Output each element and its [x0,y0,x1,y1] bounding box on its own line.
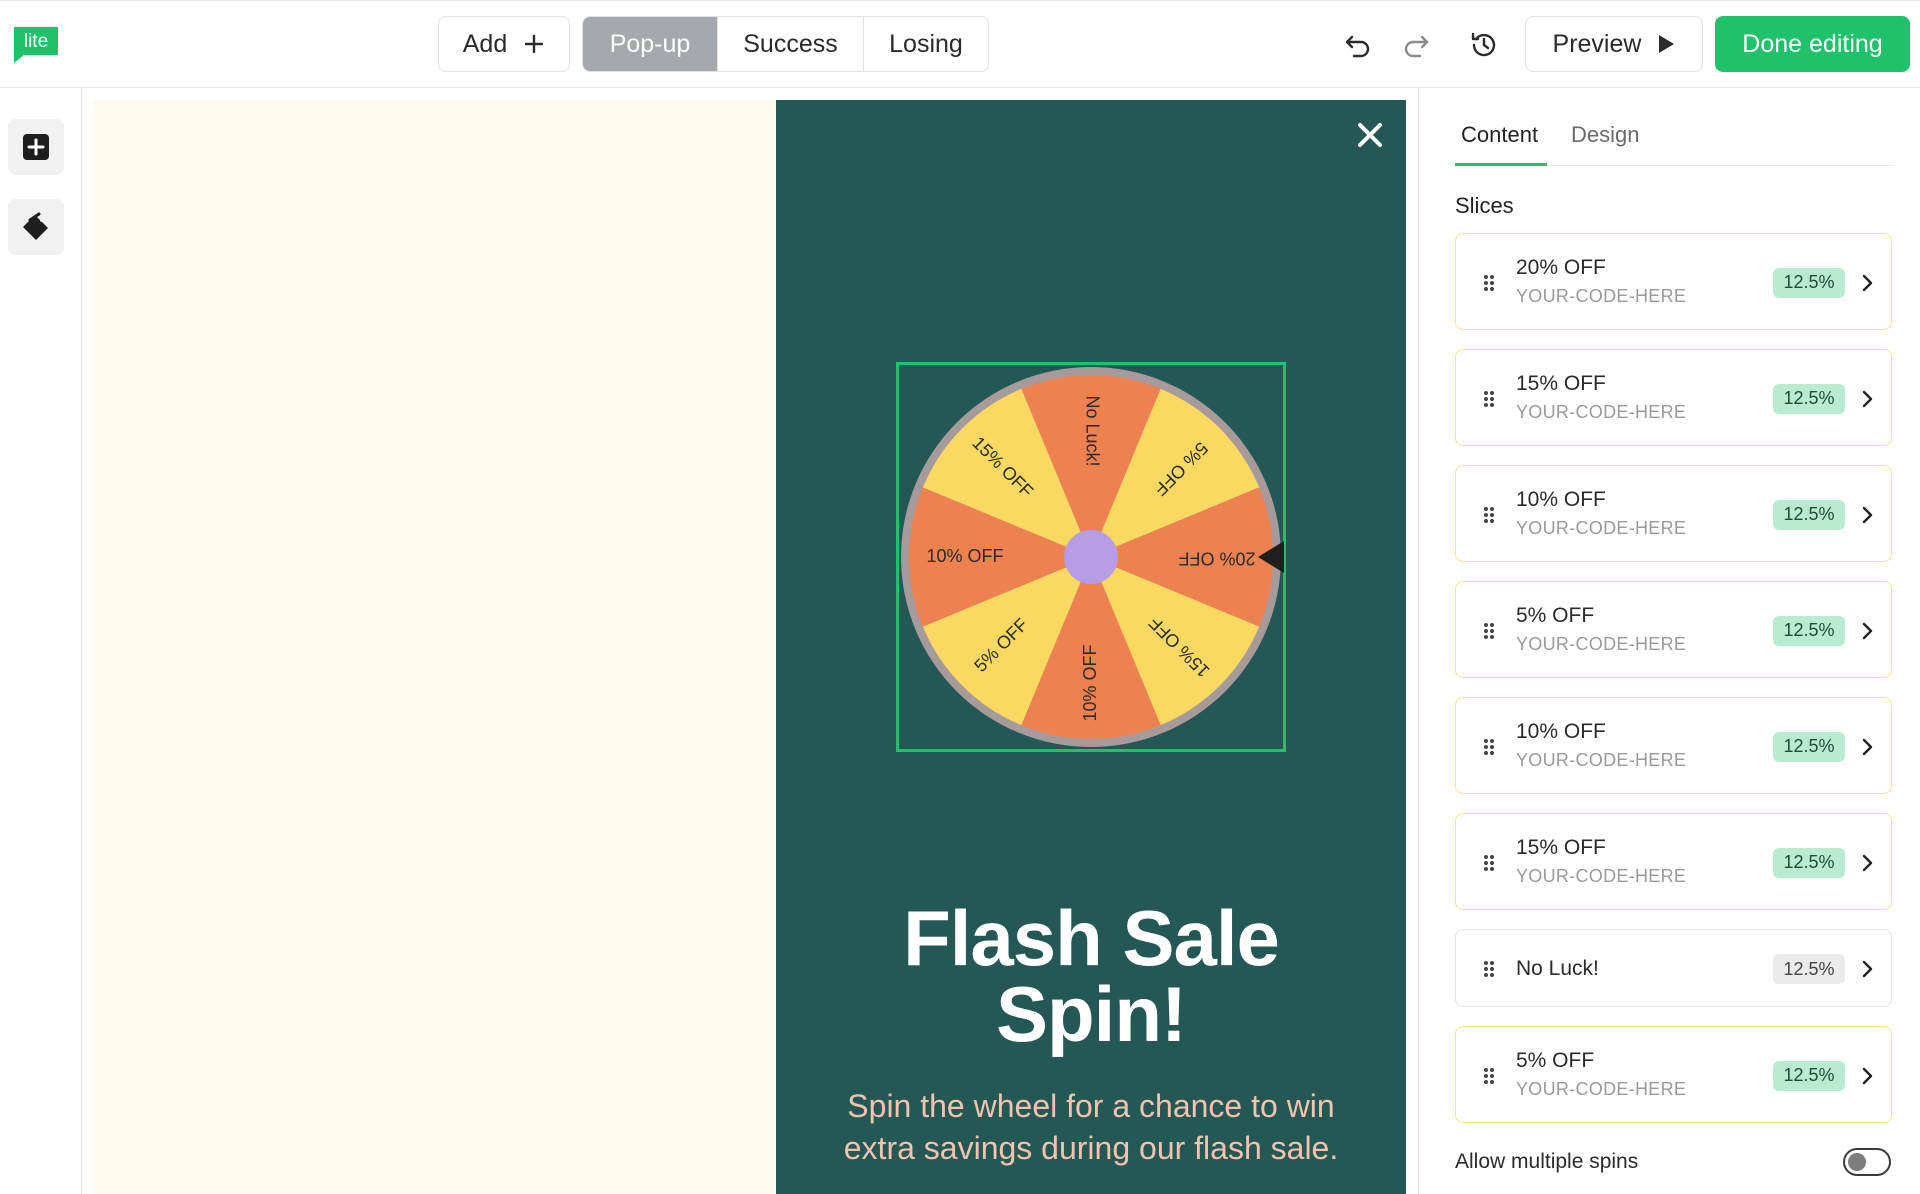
wheel-slice-label: No Luck! [1082,395,1102,466]
preview-button[interactable]: Preview [1525,16,1703,72]
slice-probability-badge: 12.5% [1773,1060,1845,1091]
slice-code: YOUR-CODE-HERE [1516,286,1687,306]
chevron-right-icon [1862,854,1873,871]
drag-handle-icon[interactable] [1482,273,1496,293]
chevron-right-icon [1862,960,1873,978]
slice-probability-badge: 12.5% [1773,731,1845,762]
logo-text: lite [24,31,48,52]
undo-icon[interactable] [1340,27,1376,63]
tab-success[interactable]: Success [717,17,863,71]
drag-handle-icon[interactable] [1482,389,1496,409]
popup-title: Flash Sale Spin! [776,894,1406,1058]
wheel-hub [1064,530,1118,584]
slice-code: YOUR-CODE-HERE [1516,402,1687,422]
wheel-slice-label: 10% OFF [926,546,1003,566]
slice-code: YOUR-CODE-HERE [1516,866,1687,886]
slice-name: 15% OFF [1516,372,1606,395]
wheel-slice-label: 10% OFF [1080,644,1100,721]
slices-heading: Slices [1455,193,1514,218]
title-line-2: Spin! [996,970,1187,1058]
slice-row[interactable]: 10% OFF YOUR-CODE-HERE 12.5% [1455,697,1892,794]
slice-name: 10% OFF [1516,720,1606,743]
plus-icon [525,34,544,54]
subtitle-line-1: Spin the wheel for a chance to win [847,1088,1335,1124]
spin-wheel[interactable]: No Luck!5% OFF20% OFF15% OFF10% OFF5% OF… [898,364,1284,750]
done-editing-button[interactable]: Done editing [1715,16,1910,72]
chevron-right-icon [1862,1067,1873,1084]
slice-code: YOUR-CODE-HERE [1516,750,1687,770]
slice-name: 5% OFF [1516,1049,1595,1072]
slice-row[interactable]: 5% OFF YOUR-CODE-HERE 12.5% [1455,581,1892,678]
chevron-right-icon [1862,738,1873,755]
chevron-right-icon [1862,390,1873,407]
slice-probability-badge: 12.5% [1773,499,1845,530]
allow-multiple-spins-label: Allow multiple spins [1455,1150,1639,1173]
chevron-right-icon [1862,506,1873,523]
slice-row[interactable]: No Luck! 12.5% [1455,929,1892,1007]
slice-probability-badge: 12.5% [1773,383,1845,414]
popup-image-area [94,100,776,1194]
tab-popup[interactable]: Pop-up [583,17,717,71]
play-icon [1659,35,1675,53]
slice-name: 20% OFF [1516,256,1606,279]
title-line-1: Flash Sale [903,894,1280,982]
slice-probability-badge: 12.5% [1773,954,1845,984]
slice-row[interactable]: 20% OFF YOUR-CODE-HERE 12.5% [1455,233,1892,330]
slice-row[interactable]: 5% OFF YOUR-CODE-HERE 12.5% [1455,1026,1892,1123]
subtitle-line-2: extra savings during our flash sale. [843,1130,1339,1166]
slice-name: 5% OFF [1516,604,1595,627]
allow-multiple-spins-toggle[interactable] [1843,1148,1891,1176]
chevron-right-icon [1862,622,1873,639]
redo-icon[interactable] [1398,27,1434,63]
slice-code: YOUR-CODE-HERE [1516,1079,1687,1099]
paint-bucket-icon [23,212,48,240]
theme-button[interactable] [8,199,64,255]
tab-losing[interactable]: Losing [863,17,988,71]
slice-name: 10% OFF [1516,488,1606,511]
slice-probability-badge: 12.5% [1773,847,1845,878]
wheel-slice-label: 20% OFF [1178,548,1255,568]
tab-content[interactable]: Content [1461,122,1538,148]
tab-design[interactable]: Design [1571,122,1639,148]
drag-handle-icon[interactable] [1482,959,1496,979]
slice-code: YOUR-CODE-HERE [1516,518,1687,538]
drag-handle-icon[interactable] [1482,505,1496,525]
popup-subtitle: Spin the wheel for a chance to win extra… [826,1085,1356,1169]
step-tabs: Pop-up Success Losing [582,16,989,72]
slice-code: YOUR-CODE-HERE [1516,634,1687,654]
close-icon[interactable] [1355,120,1385,150]
active-tab-indicator [1455,163,1547,166]
drag-handle-icon[interactable] [1482,737,1496,757]
history-icon[interactable] [1466,27,1502,63]
add-button-label: Add [462,29,508,58]
add-button[interactable]: Add [438,16,570,72]
drag-handle-icon[interactable] [1482,1066,1496,1086]
slice-probability-badge: 12.5% [1773,615,1845,646]
chevron-right-icon [1862,274,1873,291]
slice-row[interactable]: 10% OFF YOUR-CODE-HERE 12.5% [1455,465,1892,562]
slice-name: No Luck! [1516,957,1599,980]
lite-logo: lite [14,27,58,63]
slice-row[interactable]: 15% OFF YOUR-CODE-HERE 12.5% [1455,813,1892,910]
plus-square-icon [23,134,49,160]
add-element-button[interactable] [8,119,64,175]
left-tool-rail [0,88,82,1194]
drag-handle-icon[interactable] [1482,621,1496,641]
top-toolbar: lite Add Pop-up Success Losing Preview D… [0,0,1920,88]
toggle-knob [1848,1153,1866,1171]
drag-handle-icon[interactable] [1482,853,1496,873]
slice-name: 15% OFF [1516,836,1606,859]
preview-button-label: Preview [1552,29,1642,58]
slice-row[interactable]: 15% OFF YOUR-CODE-HERE 12.5% [1455,349,1892,446]
panel-tabs: Content Design [1455,118,1893,166]
slice-probability-badge: 12.5% [1773,267,1845,298]
